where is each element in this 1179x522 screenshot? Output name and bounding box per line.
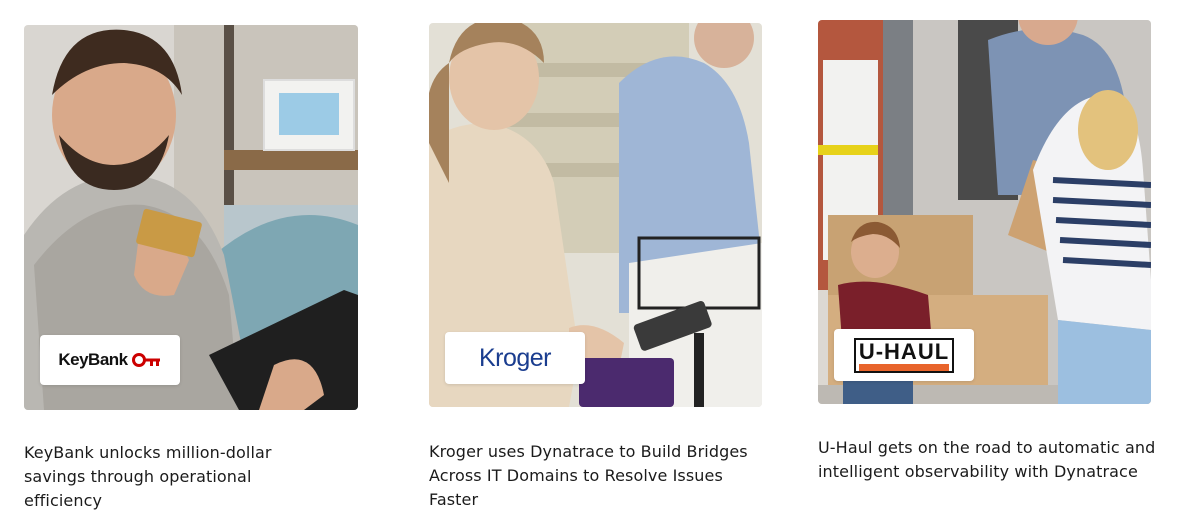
key-icon	[131, 352, 162, 368]
case-study-card-uhaul[interactable]: U-HAUL U-Haul gets on the road to automa…	[818, 20, 1163, 510]
keybank-photo[interactable]: KeyBank	[24, 25, 358, 410]
uhaul-photo[interactable]: U-HAUL	[818, 20, 1151, 404]
case-study-card-kroger[interactable]: Kroger Kroger uses Dynatrace to Build Br…	[429, 23, 774, 513]
kroger-logo-badge: Kroger	[445, 332, 585, 384]
card-title-kroger[interactable]: Kroger uses Dynatrace to Build Bridges A…	[429, 440, 764, 512]
keybank-logo-badge: KeyBank	[40, 335, 180, 385]
card-title-uhaul[interactable]: U-Haul gets on the road to automatic and…	[818, 436, 1163, 484]
case-study-card-keybank[interactable]: KeyBank KeyBank unlocks million-dollar s…	[24, 25, 369, 515]
kroger-photo[interactable]: Kroger	[429, 23, 762, 407]
uhaul-logo-stripe	[858, 363, 950, 371]
kroger-logo-text: Kroger	[478, 343, 552, 372]
uhaul-logo-badge: U-HAUL	[834, 329, 974, 381]
uhaul-logo-text: U-HAUL	[858, 338, 950, 364]
card-title-keybank[interactable]: KeyBank unlocks million-dollar savings t…	[24, 441, 324, 513]
keybank-logo-text: KeyBank	[58, 350, 128, 369]
uhaul-logo: U-HAUL	[853, 337, 955, 373]
